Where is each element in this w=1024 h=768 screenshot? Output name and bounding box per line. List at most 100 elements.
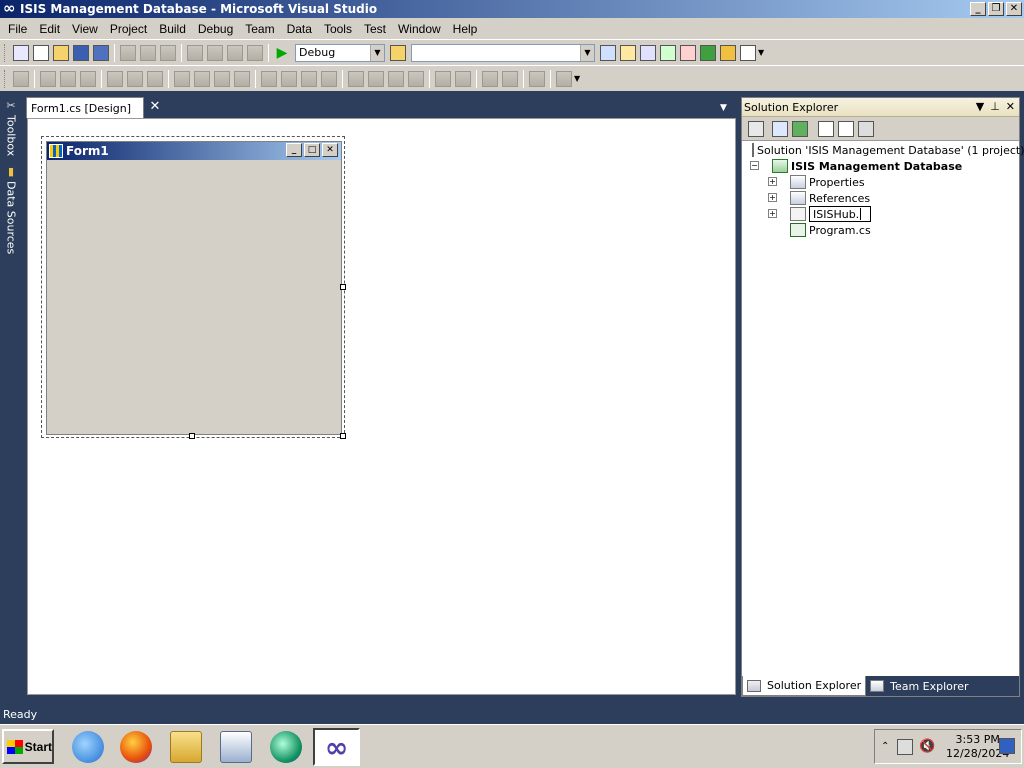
tab-solution-explorer[interactable]: Solution Explorer	[742, 676, 867, 696]
data-sources-tab[interactable]: ▮ Data Sources	[2, 165, 20, 254]
toolbar-grip[interactable]	[4, 69, 7, 88]
align-middles-icon[interactable]	[127, 70, 143, 87]
class-view-icon[interactable]	[720, 44, 736, 61]
resize-handle-corner[interactable]	[340, 433, 346, 439]
view-class-diagram-icon[interactable]	[858, 120, 874, 137]
network-icon[interactable]	[897, 738, 914, 755]
refresh-icon[interactable]	[792, 120, 808, 137]
internet-explorer-icon[interactable]	[72, 731, 104, 763]
chevron-down-icon[interactable]: ▼	[370, 44, 384, 61]
save-icon[interactable]	[73, 44, 89, 61]
vertical-spacing-increase-icon[interactable]	[368, 70, 384, 87]
menu-view[interactable]: View	[66, 20, 104, 38]
media-player-icon[interactable]	[220, 731, 252, 763]
show-hidden-icons-icon[interactable]: ⌃	[881, 741, 889, 752]
tree-node-properties[interactable]: + Properties	[742, 174, 1019, 190]
messenger-icon[interactable]	[270, 731, 302, 763]
visual-studio-taskbar-icon[interactable]: ∞	[313, 728, 360, 766]
redo-icon[interactable]	[207, 44, 223, 61]
undo-icon[interactable]	[187, 44, 203, 61]
close-icon[interactable]: ✕	[148, 100, 162, 114]
add-item-icon[interactable]	[33, 44, 49, 61]
center-vertically-icon[interactable]	[455, 70, 471, 87]
properties-icon[interactable]	[748, 120, 764, 137]
new-project-icon[interactable]	[13, 44, 29, 61]
window-position-icon[interactable]: ▼	[976, 100, 984, 113]
make-same-height-icon[interactable]	[194, 70, 210, 87]
menu-file[interactable]: File	[2, 20, 33, 38]
minimize-button[interactable]: _	[970, 2, 986, 16]
toolbar-options-icon[interactable]: ▼	[574, 74, 580, 83]
cut-icon[interactable]	[120, 44, 136, 61]
open-file-icon[interactable]	[53, 44, 69, 61]
tab-team-explorer[interactable]: Team Explorer	[866, 676, 972, 696]
find-dropdown[interactable]: ▼	[411, 43, 595, 62]
save-all-icon[interactable]	[93, 44, 109, 61]
horizontal-spacing-decrease-icon[interactable]	[301, 70, 317, 87]
active-files-icon[interactable]: ▼	[720, 103, 727, 113]
form1-designer[interactable]: Form1 _ □ ✕	[41, 136, 346, 439]
make-same-width-icon[interactable]	[174, 70, 190, 87]
volume-muted-icon[interactable]: 🔇	[919, 739, 935, 754]
solution-configuration-dropdown[interactable]: Debug ▼	[295, 43, 385, 62]
align-centers-icon[interactable]	[60, 70, 76, 87]
menu-project[interactable]: Project	[104, 20, 153, 38]
menu-team[interactable]: Team	[239, 20, 280, 38]
menu-debug[interactable]: Debug	[192, 20, 239, 38]
bring-to-front-icon[interactable]	[482, 70, 498, 87]
align-to-grid-icon[interactable]	[13, 70, 29, 87]
properties-window-icon[interactable]	[620, 44, 636, 61]
toolbar-grip[interactable]	[4, 43, 7, 62]
expand-icon[interactable]: +	[768, 193, 777, 202]
toolbox-icon[interactable]	[660, 44, 676, 61]
tree-node-form[interactable]: + ISISHub.	[742, 206, 1019, 222]
close-icon[interactable]: ✕	[1006, 100, 1015, 113]
horizontal-spacing-increase-icon[interactable]	[281, 70, 297, 87]
tree-node-program[interactable]: Program.cs	[742, 222, 1019, 238]
auto-hide-pin-icon[interactable]: ⊥	[990, 100, 1000, 113]
tree-node-solution[interactable]: Solution 'ISIS Management Database' (1 p…	[742, 142, 1024, 158]
align-tops-icon[interactable]	[107, 70, 123, 87]
copy-icon[interactable]	[140, 44, 156, 61]
navigate-icon[interactable]	[227, 44, 243, 61]
show-all-files-icon[interactable]	[772, 120, 788, 137]
toolbar-options-icon[interactable]: ▼	[758, 48, 764, 57]
start-page-icon[interactable]	[700, 44, 716, 61]
center-horizontally-icon[interactable]	[435, 70, 451, 87]
vertical-spacing-equal-icon[interactable]	[348, 70, 364, 87]
menu-edit[interactable]: Edit	[33, 20, 66, 38]
firefox-icon[interactable]	[120, 731, 152, 763]
collapse-icon[interactable]: −	[750, 161, 759, 170]
start-debugging-icon[interactable]: ▶	[274, 45, 290, 61]
menu-build[interactable]: Build	[153, 20, 192, 38]
menu-help[interactable]: Help	[447, 20, 484, 38]
tab-form1-design[interactable]: Form1.cs [Design]	[26, 97, 144, 118]
menu-test[interactable]: Test	[358, 20, 392, 38]
paste-icon[interactable]	[160, 44, 176, 61]
vertical-spacing-decrease-icon[interactable]	[388, 70, 404, 87]
close-button[interactable]: ✕	[1006, 2, 1022, 16]
view-code-icon[interactable]	[818, 120, 834, 137]
align-lefts-icon[interactable]	[40, 70, 56, 87]
align-bottoms-icon[interactable]	[147, 70, 163, 87]
tree-node-project[interactable]: − ISIS Management Database	[742, 158, 1019, 174]
solution-explorer-icon[interactable]	[600, 44, 616, 61]
find-in-files-icon[interactable]	[390, 44, 406, 61]
size-to-grid-icon[interactable]	[234, 70, 250, 87]
expand-icon[interactable]: +	[768, 177, 777, 186]
menu-tools[interactable]: Tools	[318, 20, 358, 38]
horizontal-spacing-remove-icon[interactable]	[321, 70, 337, 87]
view-designer-icon[interactable]	[838, 120, 854, 137]
align-rights-icon[interactable]	[80, 70, 96, 87]
tree-node-references[interactable]: + References	[742, 190, 1019, 206]
form1-window[interactable]: Form1 _ □ ✕	[46, 141, 342, 435]
chevron-down-icon[interactable]: ▼	[580, 44, 594, 61]
make-same-size-icon[interactable]	[214, 70, 230, 87]
tab-order-icon[interactable]	[556, 70, 572, 87]
form-designer-surface[interactable]: Form1 _ □ ✕	[27, 118, 736, 695]
show-desktop-icon[interactable]	[999, 738, 1015, 754]
start-button[interactable]: Start	[2, 729, 54, 764]
object-browser-icon[interactable]	[640, 44, 656, 61]
lock-controls-icon[interactable]	[529, 70, 545, 87]
menu-data[interactable]: Data	[281, 20, 318, 38]
